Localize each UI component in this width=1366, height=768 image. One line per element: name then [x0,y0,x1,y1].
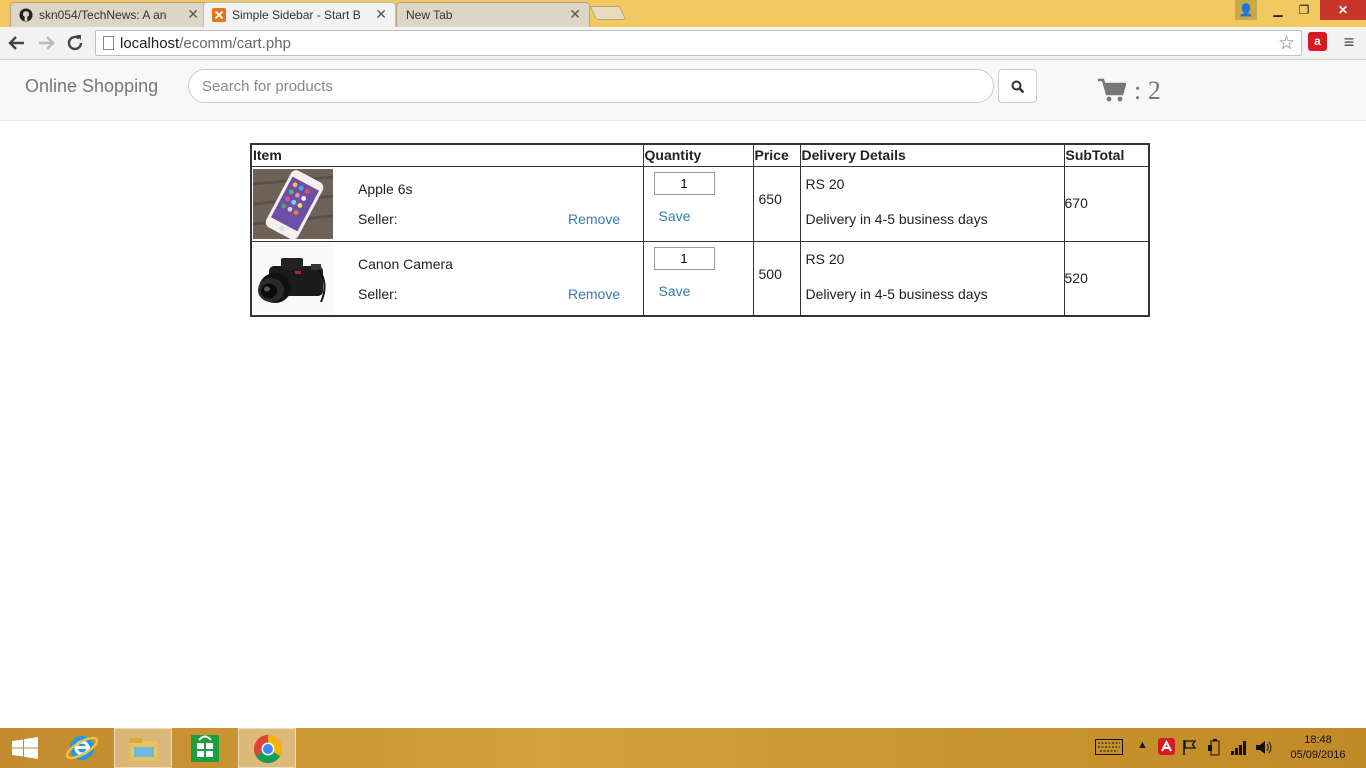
subtotal-value: 670 [1064,194,1088,211]
price-value: 500 [758,265,782,282]
address-bar[interactable]: localhost/ecomm/cart.php ☆ [95,30,1302,56]
reload-icon[interactable] [64,32,86,54]
seller-label: Seller: [358,210,398,227]
system-clock[interactable]: 18:48 05/09/2016 [1283,733,1353,763]
file-explorer-button[interactable] [114,728,172,768]
start-button[interactable] [0,728,50,768]
shipping-cost: RS 20 [805,175,845,192]
cart-table: Item Quantity Price Delivery Details Sub… [250,143,1150,317]
clock-date: 05/09/2016 [1290,749,1346,761]
tab-title: New Tab [406,8,453,22]
tab-title: skn054/TechNews: A andr [39,8,167,22]
header-subtotal: SubTotal [1063,143,1150,167]
url-text: localhost/ecomm/cart.php [120,35,291,52]
seller-label: Seller: [358,285,398,302]
cart-count: : 2 [1134,76,1161,105]
action-center-flag-icon[interactable] [1182,739,1198,759]
remove-link[interactable]: Remove [568,211,620,227]
shipping-cost: RS 20 [805,250,845,267]
brand-link[interactable]: Online Shopping [25,76,158,97]
tab-close-icon[interactable]: ✕ [569,6,581,23]
table-header-row: Item Quantity Price Delivery Details Sub… [250,143,1150,167]
product-name: Apple 6s [358,180,413,197]
shopping-cart-icon [1098,78,1126,102]
tab-close-icon[interactable]: ✕ [375,6,387,23]
tab-close-icon[interactable]: ✕ [187,6,199,23]
new-tab-button[interactable] [589,6,627,20]
search-icon [1011,80,1025,94]
search-input[interactable] [188,69,994,103]
quantity-input[interactable] [653,246,715,270]
save-link[interactable]: Save [659,208,691,224]
product-image-iphone [253,168,333,239]
delivery-time: Delivery in 4-5 business days [805,285,988,302]
header-delivery: Delivery Details [799,143,1065,167]
back-arrow-icon[interactable] [6,32,28,54]
quantity-input[interactable] [653,171,715,195]
show-hidden-icons-icon[interactable]: ▲ [1137,739,1148,751]
page-icon [103,36,114,50]
chrome-menu-icon[interactable]: ≡ [1340,32,1358,52]
close-window-icon[interactable]: ✕ [1320,0,1366,20]
chrome-icon [254,735,282,763]
table-row: Canon Camera Seller: Remove Save 500 RS … [250,240,1150,317]
minimize-icon[interactable]: ▁ [1268,0,1288,20]
tab-title: Simple Sidebar - Start Boo [232,8,360,22]
avira-extension-icon[interactable]: a [1308,32,1327,51]
browser-toolbar: localhost/ecomm/cart.php ☆ a ≡ [0,27,1366,60]
battery-icon[interactable] [1207,739,1223,759]
store-button[interactable] [176,728,234,768]
store-icon [191,735,219,762]
internet-explorer-button[interactable] [53,728,111,768]
avira-tray-icon[interactable] [1158,738,1175,758]
network-signal-icon[interactable] [1230,739,1248,759]
github-icon [19,8,33,22]
profile-icon[interactable]: 👤 [1235,0,1257,20]
browser-tab-strip: skn054/TechNews: A andr ✕ Simple Sidebar… [0,0,1366,27]
windows-taskbar: ▲ 18:48 05/09/2016 [0,728,1366,768]
internet-explorer-icon [65,736,99,760]
clock-time: 18:48 [1304,734,1332,746]
chrome-button[interactable] [238,728,296,768]
bookmark-star-icon[interactable]: ☆ [1278,32,1295,55]
header-quantity: Quantity [642,143,754,167]
site-navbar: Online Shopping : 2 [0,60,1366,121]
tab-technews[interactable]: skn054/TechNews: A andr ✕ [10,2,208,27]
header-price: Price [752,143,801,167]
product-image-camera [253,243,333,314]
subtotal-value: 520 [1064,269,1088,286]
product-name: Canon Camera [358,255,453,272]
search-button[interactable] [998,69,1037,103]
header-item: Item [250,143,644,167]
save-link[interactable]: Save [659,283,691,299]
volume-icon[interactable] [1255,739,1273,759]
forward-arrow-icon[interactable] [35,32,57,54]
tab-simple-sidebar[interactable]: Simple Sidebar - Start Boo ✕ [203,2,396,27]
tab-new-tab[interactable]: New Tab ✕ [396,2,590,27]
remove-link[interactable]: Remove [568,286,620,302]
table-row: Apple 6s Seller: Remove Save 650 RS 20 D… [250,165,1150,242]
delivery-time: Delivery in 4-5 business days [805,210,988,227]
price-value: 650 [758,190,782,207]
xampp-icon [212,8,226,22]
keyboard-icon[interactable] [1095,739,1123,758]
restore-icon[interactable]: ❐ [1294,0,1314,20]
windows-logo-icon [12,737,38,759]
folder-icon [130,738,158,761]
